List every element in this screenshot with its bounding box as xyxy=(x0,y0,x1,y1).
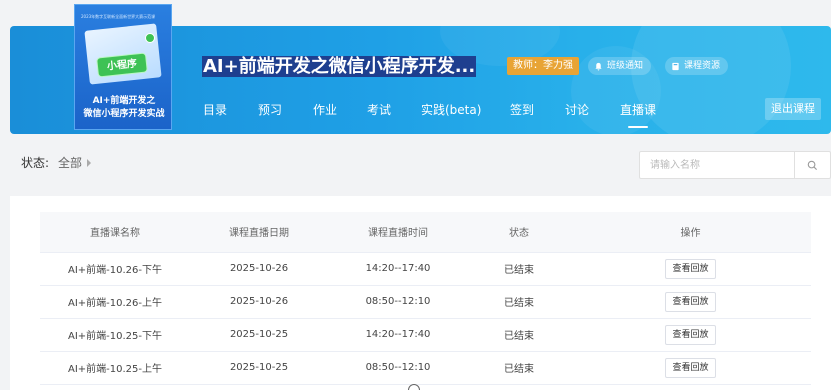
exit-course-button[interactable]: 退出课程 xyxy=(765,98,821,120)
header-name: 直播课名称 xyxy=(40,212,190,253)
table-row: AI+前端-10.25-下午 2025-10-25 14:20--17:40 已… xyxy=(40,318,811,352)
cell-name: AI+前端-10.25-上午 xyxy=(40,351,190,385)
cell-action: 查看回放 xyxy=(570,285,811,319)
status-filter-value[interactable]: 全部 xyxy=(58,155,82,171)
cover-check-icon xyxy=(145,33,155,43)
caret-right-icon xyxy=(87,159,92,167)
cover-title: AI+前端开发之 微信小程序开发实战 xyxy=(75,95,171,121)
tab-signin[interactable]: 签到 xyxy=(510,102,534,118)
view-replay-button[interactable]: 查看回放 xyxy=(665,324,716,345)
tab-live-class[interactable]: 直播课 xyxy=(620,102,656,118)
cell-action: 查看回放 xyxy=(570,318,811,352)
cell-status: 已结束 xyxy=(468,318,570,352)
view-replay-button[interactable]: 查看回放 xyxy=(665,291,716,312)
view-replay-button[interactable]: 查看回放 xyxy=(665,357,716,378)
class-notice-button[interactable]: 班级通知 xyxy=(588,57,652,75)
cell-name: AI+前端-10.26-上午 xyxy=(40,285,190,319)
cover-top-text: 2023年数字互联新全面新世界大赛示范课 xyxy=(81,14,156,19)
live-class-table: 直播课名称 课程直播日期 课程直播时间 状态 操作 AI+前端-10.26-下午… xyxy=(40,212,811,385)
cover-title-line2: 微信小程序开发实战 xyxy=(83,109,165,119)
course-cover-image: 2023年数字互联新全面新世界大赛示范课 小程序 AI+前端开发之 微信小程序开… xyxy=(74,4,172,130)
tab-practice[interactable]: 实践(beta) xyxy=(421,102,481,118)
table-header-row: 直播课名称 课程直播日期 课程直播时间 状态 操作 xyxy=(40,212,811,253)
live-class-panel: 直播课名称 课程直播日期 课程直播时间 状态 操作 AI+前端-10.26-下午… xyxy=(10,196,831,390)
view-replay-button[interactable]: 查看回放 xyxy=(665,258,716,279)
book-icon xyxy=(671,62,680,71)
status-filter[interactable]: 状态: 全部 xyxy=(21,155,92,171)
cell-name: AI+前端-10.25-下午 xyxy=(40,318,190,352)
header-action: 操作 xyxy=(570,212,811,253)
tab-exam[interactable]: 考试 xyxy=(367,102,391,118)
table-row: AI+前端-10.25-上午 2025-10-25 08:50--12:10 已… xyxy=(40,351,811,385)
tab-discussion[interactable]: 讨论 xyxy=(565,102,589,118)
cell-date: 2025-10-25 xyxy=(190,351,328,385)
cell-date: 2025-10-26 xyxy=(190,252,328,286)
course-title-text: AI+前端开发之微信小程序开发... xyxy=(202,56,477,77)
search-box xyxy=(639,151,831,179)
header-date: 课程直播日期 xyxy=(190,212,328,253)
cell-action: 查看回放 xyxy=(570,252,811,286)
class-notice-label: 班级通知 xyxy=(607,61,644,71)
table-row: AI+前端-10.26-下午 2025-10-26 14:20--17:40 已… xyxy=(40,252,811,286)
cell-date: 2025-10-26 xyxy=(190,285,328,319)
cell-time: 08:50--12:10 xyxy=(328,285,468,319)
cell-name: AI+前端-10.26-下午 xyxy=(40,252,190,286)
search-input[interactable] xyxy=(640,152,794,178)
tab-preview[interactable]: 预习 xyxy=(258,102,282,118)
cell-time: 08:50--12:10 xyxy=(328,351,468,385)
scroll-indicator-icon[interactable] xyxy=(408,384,420,390)
status-filter-label: 状态: xyxy=(21,156,50,170)
course-resource-button[interactable]: 课程资源 xyxy=(665,57,729,75)
header-status: 状态 xyxy=(468,212,570,253)
bell-icon xyxy=(594,62,603,71)
tab-catalog[interactable]: 目录 xyxy=(203,102,227,118)
cell-time: 14:20--17:40 xyxy=(328,318,468,352)
teacher-badge: 教师：李力强 xyxy=(507,57,579,75)
search-icon xyxy=(807,156,818,175)
cell-status: 已结束 xyxy=(468,252,570,286)
course-title: AI+前端开发之微信小程序开发... xyxy=(202,55,477,79)
tab-homework[interactable]: 作业 xyxy=(313,102,337,118)
cell-date: 2025-10-25 xyxy=(190,318,328,352)
header-time: 课程直播时间 xyxy=(328,212,468,253)
cover-title-line1: AI+前端开发之 xyxy=(92,96,156,106)
cell-status: 已结束 xyxy=(468,285,570,319)
cell-time: 14:20--17:40 xyxy=(328,252,468,286)
table-row: AI+前端-10.26-上午 2025-10-26 08:50--12:10 已… xyxy=(40,285,811,319)
course-resource-label: 课程资源 xyxy=(684,61,721,71)
search-button[interactable] xyxy=(794,152,830,178)
cell-status: 已结束 xyxy=(468,351,570,385)
cell-action: 查看回放 xyxy=(570,351,811,385)
